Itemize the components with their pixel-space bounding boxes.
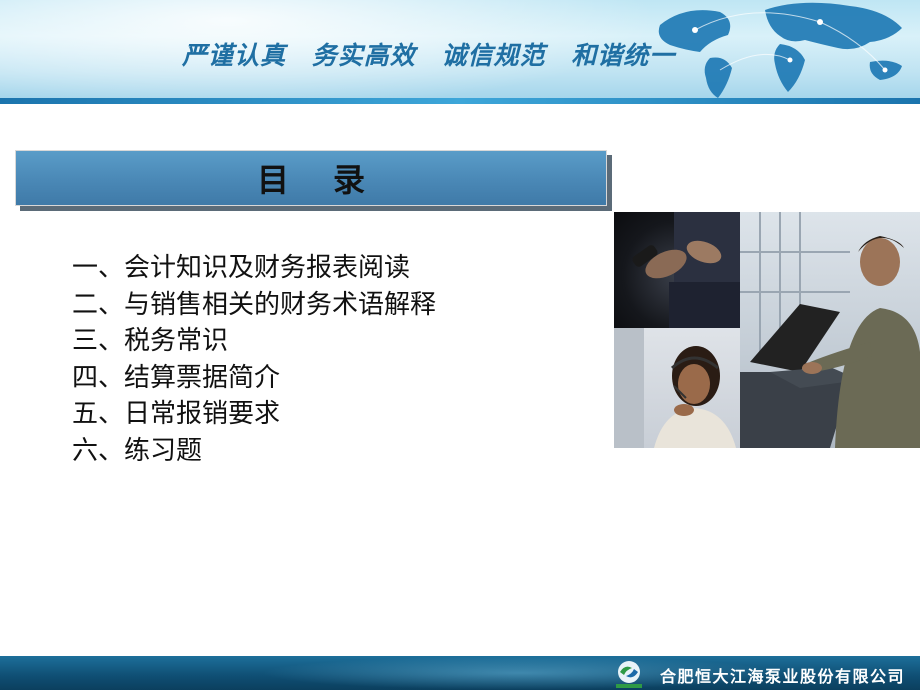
toc-item: 四、结算票据简介 bbox=[72, 362, 281, 393]
photo-collage bbox=[614, 212, 920, 448]
toc-list: 一、会计知识及财务报表阅读 二、与销售相关的财务术语解释 三、税务常识 四、结算… bbox=[72, 250, 436, 469]
laptop-man-illustration bbox=[740, 212, 920, 448]
banner-stripe bbox=[0, 98, 920, 104]
page-title: 目录 bbox=[256, 161, 409, 199]
toc-item: 一、会计知识及财务报表阅读 bbox=[72, 253, 411, 283]
footer-bar: 合肥恒大江海泵业股份有限公司 bbox=[0, 656, 920, 690]
header-banner: 严谨认真 务实高效 诚信规范 和谐统一 bbox=[0, 0, 920, 104]
slogan: 严谨认真 务实高效 诚信规范 和谐统一 bbox=[182, 36, 691, 76]
slogan-phrase-1: 严谨认真 bbox=[182, 41, 287, 70]
slogan-phrase-3: 诚信规范 bbox=[441, 41, 546, 70]
company-logo-icon bbox=[616, 661, 642, 688]
phone-call-illustration bbox=[632, 212, 740, 328]
photo-headset-woman bbox=[614, 328, 740, 448]
toc-item: 三、税务常识 bbox=[72, 326, 229, 356]
toc-item: 五、日常报销要求 bbox=[72, 399, 281, 429]
toc-item: 六、练习题 bbox=[72, 435, 203, 466]
title-box: 目录 bbox=[15, 150, 607, 206]
company-name: 合肥恒大江海泵业股份有限公司 bbox=[660, 667, 906, 686]
slogan-phrase-2: 务实高效 bbox=[311, 41, 416, 70]
photo-laptop-man bbox=[740, 212, 920, 448]
photo-phone-call bbox=[614, 212, 740, 328]
toc-item: 二、与销售相关的财务术语解释 bbox=[72, 289, 437, 320]
world-map-graphic bbox=[658, 2, 902, 98]
headset-woman-illustration bbox=[614, 328, 736, 448]
